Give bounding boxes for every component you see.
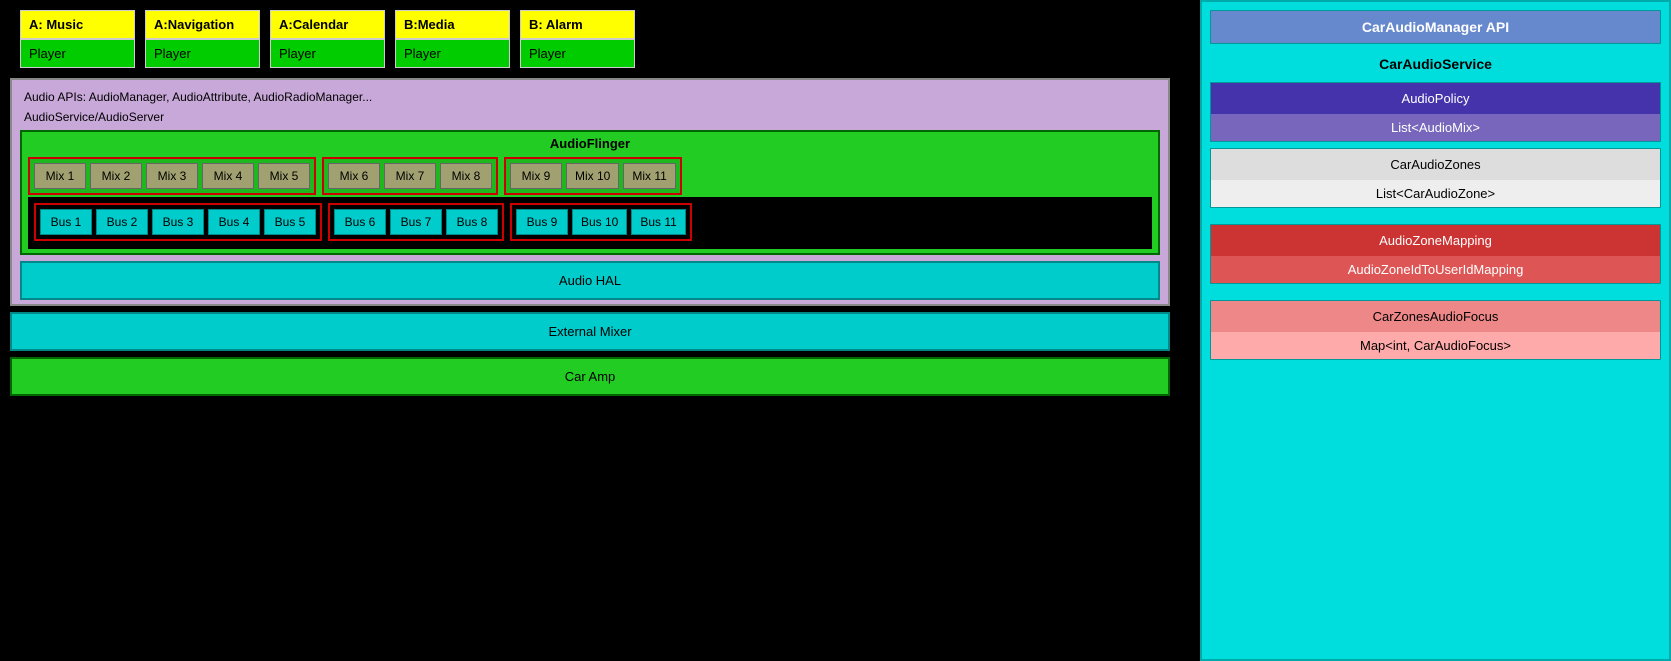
player-calendar-label: A:Calendar (270, 10, 385, 39)
mix-10: Mix 10 (566, 163, 619, 189)
mix-row: Mix 1 Mix 2 Mix 3 Mix 4 Mix 5 Mix 6 Mix … (28, 155, 1152, 197)
mix-1: Mix 1 (34, 163, 86, 189)
bus-10: Bus 10 (572, 209, 627, 235)
player-music-sub: Player (20, 39, 135, 68)
player-navigation: A:Navigation Player (145, 10, 260, 68)
list-car-audio-zone-label: List<CarAudioZone> (1211, 180, 1660, 207)
mix-group-1: Mix 1 Mix 2 Mix 3 Mix 4 Mix 5 (28, 157, 316, 195)
apis-text: Audio APIs: AudioManager, AudioAttribute… (20, 88, 1160, 106)
car-zones-audio-focus-box: CarZonesAudioFocus Map<int, CarAudioFocu… (1210, 300, 1661, 360)
bus-5: Bus 5 (264, 209, 316, 235)
bus-group-1: Bus 1 Bus 2 Bus 3 Bus 4 Bus 5 (34, 203, 322, 241)
mix-4: Mix 4 (202, 163, 254, 189)
mix-7: Mix 7 (384, 163, 436, 189)
players-row: A: Music Player A:Navigation Player A:Ca… (20, 10, 1190, 68)
player-media-sub: Player (395, 39, 510, 68)
bus-11: Bus 11 (631, 209, 685, 235)
bus-row: Bus 1 Bus 2 Bus 3 Bus 4 Bus 5 Bus 6 Bus … (34, 201, 1146, 243)
mix-3: Mix 3 (146, 163, 198, 189)
bus-9: Bus 9 (516, 209, 568, 235)
left-panel: A: Music Player A:Navigation Player A:Ca… (0, 0, 1200, 661)
mix-8: Mix 8 (440, 163, 492, 189)
audio-policy-box: AudioPolicy List<AudioMix> (1210, 82, 1661, 142)
external-mixer: External Mixer (10, 312, 1170, 351)
player-media-label: B:Media (395, 10, 510, 39)
mix-group-3: Mix 9 Mix 10 Mix 11 (504, 157, 682, 195)
audio-zone-mapping-label: AudioZoneMapping (1211, 225, 1660, 256)
mix-9: Mix 9 (510, 163, 562, 189)
bus-7: Bus 7 (390, 209, 442, 235)
audio-zone-mapping-box: AudioZoneMapping AudioZoneIdToUserIdMapp… (1210, 224, 1661, 284)
player-alarm-label: B: Alarm (520, 10, 635, 39)
bus-3: Bus 3 (152, 209, 204, 235)
car-audio-manager-api: CarAudioManager API (1210, 10, 1661, 44)
player-alarm-sub: Player (520, 39, 635, 68)
car-zones-audio-focus-label: CarZonesAudioFocus (1211, 301, 1660, 332)
audioservice-text: AudioService/AudioServer (20, 108, 1160, 126)
map-car-audio-focus-label: Map<int, CarAudioFocus> (1211, 332, 1660, 359)
bus-group-3: Bus 9 Bus 10 Bus 11 (510, 203, 692, 241)
audio-zone-id-mapping-label: AudioZoneIdToUserIdMapping (1211, 256, 1660, 283)
car-audio-zones-label: CarAudioZones (1211, 149, 1660, 180)
bus-group-2: Bus 6 Bus 7 Bus 8 (328, 203, 504, 241)
player-calendar: A:Calendar Player (270, 10, 385, 68)
car-audio-zones-box: CarAudioZones List<CarAudioZone> (1210, 148, 1661, 208)
audio-policy-label: AudioPolicy (1211, 83, 1660, 114)
audio-hal: Audio HAL (20, 261, 1160, 300)
player-calendar-sub: Player (270, 39, 385, 68)
main-diagram: Audio APIs: AudioManager, AudioAttribute… (10, 78, 1170, 306)
player-music-label: A: Music (20, 10, 135, 39)
car-audio-service-title: CarAudioService (1210, 50, 1661, 78)
list-audio-mix-label: List<AudioMix> (1211, 114, 1660, 141)
bus-1: Bus 1 (40, 209, 92, 235)
mix-6: Mix 6 (328, 163, 380, 189)
audioflinger-section: AudioFlinger Mix 1 Mix 2 Mix 3 Mix 4 Mix… (20, 130, 1160, 255)
player-navigation-sub: Player (145, 39, 260, 68)
bus-section: Bus 1 Bus 2 Bus 3 Bus 4 Bus 5 Bus 6 Bus … (28, 197, 1152, 249)
player-music: A: Music Player (20, 10, 135, 68)
mix-group-2: Mix 6 Mix 7 Mix 8 (322, 157, 498, 195)
player-navigation-label: A:Navigation (145, 10, 260, 39)
mix-11: Mix 11 (623, 163, 675, 189)
car-amp: Car Amp (10, 357, 1170, 396)
bus-4: Bus 4 (208, 209, 260, 235)
audioflinger-label: AudioFlinger (28, 136, 1152, 151)
bus-6: Bus 6 (334, 209, 386, 235)
right-panel: CarAudioManager API CarAudioService Audi… (1200, 0, 1671, 661)
bus-8: Bus 8 (446, 209, 498, 235)
bus-2: Bus 2 (96, 209, 148, 235)
player-media: B:Media Player (395, 10, 510, 68)
player-alarm: B: Alarm Player (520, 10, 635, 68)
mix-2: Mix 2 (90, 163, 142, 189)
mix-5: Mix 5 (258, 163, 310, 189)
